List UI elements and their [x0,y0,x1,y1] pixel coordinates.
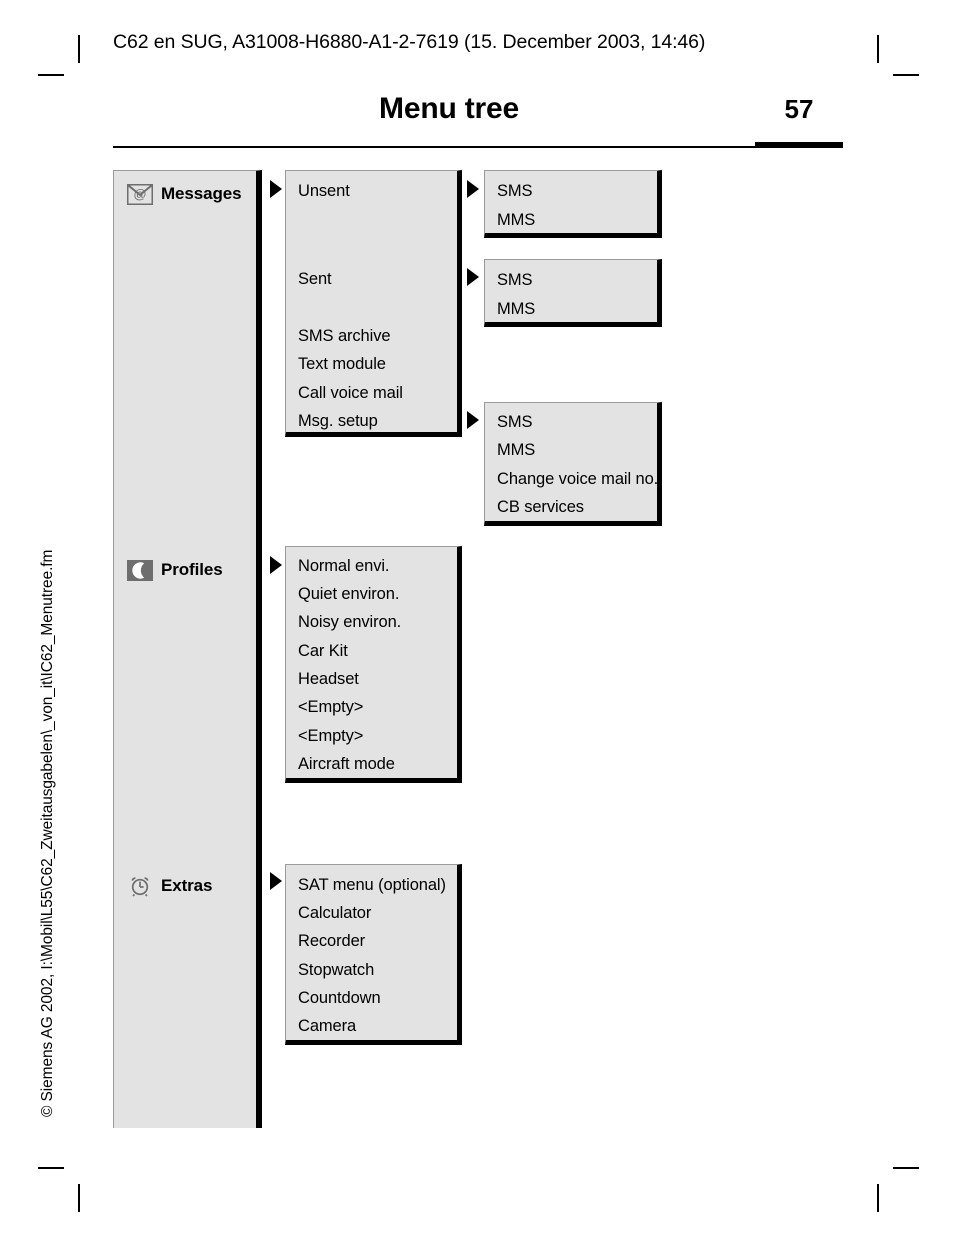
arrow-unsent-to-submenu [467,180,479,198]
menu-item[interactable]: SMS archive [298,327,391,345]
menu-item[interactable]: SMS [497,413,533,431]
menu-item[interactable]: Noisy environ. [298,613,401,631]
menu-item[interactable]: SAT menu (optional) [298,876,446,894]
svg-text:@: @ [133,186,146,201]
arrow-msg-setup-to-submenu [467,411,479,429]
menu-item[interactable]: Change voice mail no. [497,470,658,488]
menu-item[interactable]: Normal envi. [298,557,390,575]
menu-item[interactable]: Countdown [298,989,381,1007]
arrow-sent-to-submenu [467,268,479,286]
menu-item[interactable]: Text module [298,355,386,373]
menu-item[interactable]: Msg. setup [298,412,378,430]
root-item-extras-label: Extras [161,876,213,895]
root-item-profiles-label: Profiles [161,560,223,579]
menu-item[interactable]: Call voice mail [298,384,403,402]
root-item-messages-label: Messages [161,184,242,203]
menu-item[interactable]: Sent [298,270,332,288]
arrow-extras-to-level1 [270,872,282,890]
unsent-submenu-box: SMS MMS [484,170,662,238]
envelope-at-icon: @ [126,183,154,205]
menu-item[interactable]: <Empty> [298,698,363,716]
menu-item[interactable]: Camera [298,1017,356,1035]
menu-item[interactable]: Stopwatch [298,961,374,979]
arrow-profiles-to-level1 [270,556,282,574]
root-item-messages[interactable]: @ Messages [114,179,257,209]
menu-item[interactable]: Recorder [298,932,365,950]
menu-tree-diagram: @ Messages Profiles Extras Unsent Sent S… [0,0,954,1246]
arrow-messages-to-level1 [270,180,282,198]
extras-level1-box: SAT menu (optional) Calculator Recorder … [285,864,462,1045]
menu-item[interactable]: SMS [497,271,533,289]
alarm-clock-icon [127,875,153,897]
menu-item[interactable]: MMS [497,300,535,318]
menu-item[interactable]: MMS [497,441,535,459]
menu-item[interactable]: Quiet environ. [298,585,399,603]
menu-item[interactable]: Aircraft mode [298,755,395,773]
profiles-level1-box: Normal envi. Quiet environ. Noisy enviro… [285,546,462,783]
menu-item[interactable]: Calculator [298,904,371,922]
menu-item[interactable]: <Empty> [298,727,363,745]
msg-setup-submenu-box: SMS MMS Change voice mail no. CB service… [484,402,662,526]
crescent-moon-icon [127,559,153,581]
root-menu-panel: @ Messages Profiles Extras [113,170,262,1128]
menu-item[interactable]: Headset [298,670,359,688]
root-item-extras[interactable]: Extras [114,871,257,901]
sent-submenu-box: SMS MMS [484,259,662,327]
menu-item[interactable]: Unsent [298,182,350,200]
menu-item[interactable]: SMS [497,182,533,200]
root-item-profiles[interactable]: Profiles [114,555,257,585]
menu-item[interactable]: Car Kit [298,642,348,660]
menu-item[interactable]: CB services [497,498,584,516]
messages-level1-box: Unsent Sent SMS archive Text module Call… [285,170,462,437]
menu-item[interactable]: MMS [497,211,535,229]
